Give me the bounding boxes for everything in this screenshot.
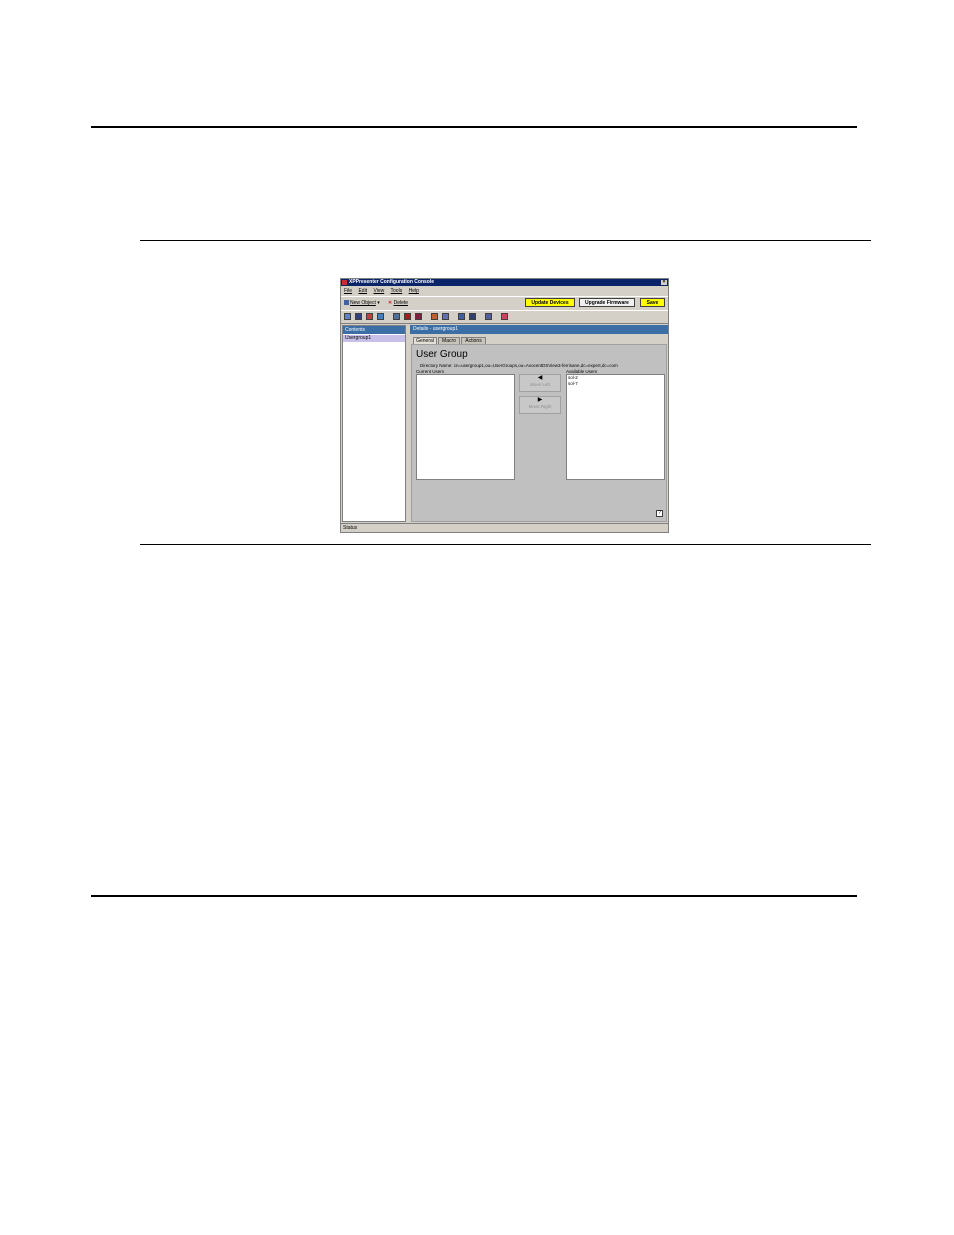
new-object-icon xyxy=(344,300,349,306)
available-users-list[interactable]: sol-2 sol-7 xyxy=(566,374,665,480)
move-left-label: Move Left xyxy=(530,382,550,387)
new-object-button[interactable]: New Object ▾ xyxy=(344,299,380,307)
figure-rule-bottom xyxy=(140,544,871,545)
current-users-list[interactable] xyxy=(416,374,515,480)
update-devices-button[interactable]: Update Devices xyxy=(525,298,575,307)
dropdown-icon[interactable]: ▾ xyxy=(377,300,380,306)
page-title: User Group xyxy=(416,349,468,360)
general-panel: User Group Directory Name: cn=usergroup1… xyxy=(411,344,667,522)
details-header: Details - usergroup1 xyxy=(410,325,668,334)
save-button[interactable]: Save xyxy=(640,298,665,307)
tab-macro[interactable]: Macro xyxy=(438,337,460,344)
menu-view[interactable]: View xyxy=(373,288,384,294)
contents-header: Contents xyxy=(343,326,405,334)
list-item[interactable]: sol-7 xyxy=(567,381,664,387)
monitor-icon[interactable] xyxy=(377,313,384,320)
contents-tree: Contents Usergroup1 xyxy=(342,325,406,522)
tree-item-usergroup1[interactable]: Usergroup1 xyxy=(343,335,405,342)
menu-tools[interactable]: Tools xyxy=(391,288,403,294)
arrow-right-icon: ▶ xyxy=(537,397,543,403)
action-toolbar: New Object ▾ ✕ Delete Update Devices Upg… xyxy=(341,296,668,309)
upgrade-firmware-button[interactable]: Upgrade Firmware xyxy=(579,298,635,307)
tab-actions[interactable]: Actions xyxy=(461,337,486,344)
computer-icon[interactable] xyxy=(344,313,351,320)
move-left-button[interactable]: ◀ Move Left xyxy=(519,374,561,392)
power-icon[interactable] xyxy=(404,313,411,320)
group-icon[interactable] xyxy=(442,313,449,320)
menu-edit[interactable]: Edit xyxy=(358,288,367,294)
device-icon[interactable] xyxy=(366,313,373,320)
user-icon[interactable] xyxy=(458,313,465,320)
app-window: XPPresenter Configuration Console × File… xyxy=(340,278,669,533)
network-icon[interactable] xyxy=(393,313,400,320)
figure-rule-top xyxy=(140,240,871,241)
status-bar: Status xyxy=(341,523,668,532)
folder-icon[interactable] xyxy=(431,313,438,320)
delete-button[interactable]: ✕ Delete xyxy=(388,299,408,307)
menu-help[interactable]: Help xyxy=(409,288,419,294)
window-title: XPPresenter Configuration Console xyxy=(349,279,435,285)
tab-general[interactable]: General xyxy=(413,337,437,344)
outlet-icon[interactable] xyxy=(415,313,422,320)
app-icon xyxy=(342,280,347,285)
action-icon[interactable] xyxy=(501,313,508,320)
details-pane: Details - usergroup1 General Macro Actio… xyxy=(410,325,668,522)
server-icon[interactable] xyxy=(355,313,362,320)
delete-icon: ✕ xyxy=(388,300,393,306)
macro-icon[interactable] xyxy=(485,313,492,320)
menu-file[interactable]: File xyxy=(344,288,352,294)
horizontal-rule-bottom xyxy=(91,895,857,897)
help-icon[interactable]: ? xyxy=(656,510,663,517)
move-right-label: Move Right xyxy=(528,404,552,409)
arrow-left-icon: ◀ xyxy=(537,375,543,381)
menu-bar: File Edit View Tools Help xyxy=(341,287,668,295)
title-bar: XPPresenter Configuration Console × xyxy=(341,279,668,286)
directory-name: Directory Name: cn=usergroup1,ou=UserGro… xyxy=(420,363,618,368)
icon-toolbar xyxy=(341,310,668,324)
users-icon[interactable] xyxy=(469,313,476,320)
move-right-button[interactable]: ▶ Move Right xyxy=(519,396,561,414)
close-icon[interactable]: × xyxy=(661,280,667,285)
horizontal-rule-top xyxy=(91,126,857,128)
